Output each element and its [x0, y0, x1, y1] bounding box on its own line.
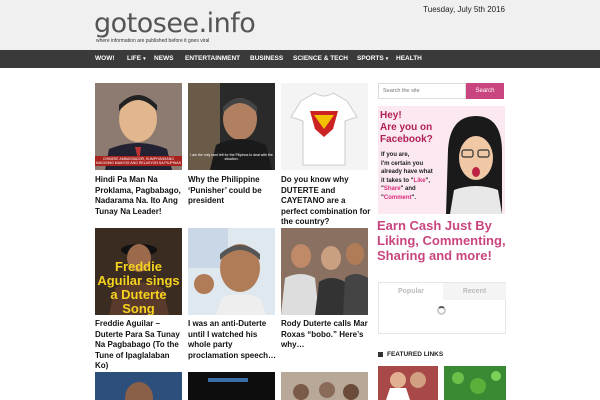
article-thumbnail[interactable]: CHINESE AMBASSADOR, KUMPIYANSANG MAGIGIN…: [95, 83, 182, 170]
person-photo-icon: [188, 228, 275, 315]
nav-item-health[interactable]: HEALTH: [396, 50, 422, 68]
group-photo-icon: [281, 372, 368, 400]
nav-item-life[interactable]: LIFE ▾: [127, 50, 146, 68]
article-thumbnail[interactable]: [281, 83, 368, 170]
featured-link-thumbnail[interactable]: [444, 366, 506, 400]
green-cells-icon: [444, 366, 506, 400]
woman-photo-icon: [446, 116, 502, 214]
article-title[interactable]: I was an anti-Duterte until I watched hi…: [188, 319, 278, 361]
chevron-down-icon: ▾: [143, 56, 146, 62]
search-button[interactable]: Search: [466, 83, 504, 99]
featured-link-thumbnail[interactable]: [378, 366, 438, 400]
tab-popular[interactable]: Popular: [379, 283, 443, 300]
article-thumbnail[interactable]: Freddie Aguilar sings a Duterte Song: [95, 228, 182, 315]
current-date: Tuesday, July 5th 2016: [423, 5, 505, 14]
ad-headline: Hey! Are you on Facebook?: [380, 110, 433, 145]
featured-links-heading: FEATURED LINKS: [378, 351, 443, 358]
article-title[interactable]: Do you know why DUTERTE and CAYETANO are…: [281, 175, 371, 228]
article-title[interactable]: Freddie Aguilar – Duterte Para Sa Tunay …: [95, 319, 185, 372]
earn-cash-text[interactable]: Earn Cash Just By Liking, Commenting, Sh…: [377, 218, 512, 263]
article-title[interactable]: Rody Duterte calls Mar Roxas “bobo.” Her…: [281, 319, 371, 351]
nav-item-entertainment[interactable]: ENTERTAINMENT: [185, 50, 240, 68]
site-logo[interactable]: gotosee.info: [94, 10, 256, 38]
thumbnail-caption: Freddie Aguilar sings a Duterte Song: [97, 259, 180, 316]
article-thumbnail[interactable]: [188, 372, 275, 400]
article-title[interactable]: Why the Philippine ‘Punisher’ could be p…: [188, 175, 278, 207]
sidebar-search: Search: [378, 83, 505, 99]
article-thumbnail[interactable]: [188, 228, 275, 315]
loading-spinner-icon: [437, 306, 446, 315]
ad-body-text: If you are, I'm certain you already have…: [381, 152, 433, 201]
search-input[interactable]: [378, 83, 466, 99]
article-thumbnail[interactable]: [281, 372, 368, 400]
couple-photo-icon: [378, 366, 438, 400]
person-photo-icon: [95, 372, 182, 400]
square-bullet-icon: [378, 351, 383, 357]
thumbnail-caption: I am the only card left for the Filipino…: [190, 153, 273, 161]
article-thumbnail[interactable]: [95, 372, 182, 400]
article-thumbnail[interactable]: I am the only card left for the Filipino…: [188, 83, 275, 170]
nav-item-news[interactable]: NEWS: [154, 50, 174, 68]
article-title[interactable]: Hindi Pa Man Na Proklama, Pagbabago, Nad…: [95, 175, 185, 217]
article-thumbnail[interactable]: [281, 228, 368, 315]
main-nav: WOW! LIFE ▾ NEWS ENTERTAINMENT BUSINESS S…: [0, 50, 600, 68]
tshirt-photo-icon: [281, 83, 368, 170]
site-header: gotosee.info where information are publi…: [0, 0, 600, 50]
tab-recent[interactable]: Recent: [443, 283, 506, 300]
chevron-down-icon: ▾: [385, 56, 389, 62]
nav-item-sports[interactable]: SPORTS ▾: [357, 50, 388, 68]
facebook-ad-banner[interactable]: Hey! Are you on Facebook? If you are, I'…: [378, 106, 505, 214]
nav-item-science-tech[interactable]: SCIENCE & TECH: [293, 50, 348, 68]
site-tagline: where information are published before i…: [96, 38, 210, 44]
nav-item-wow[interactable]: WOW!: [95, 50, 115, 68]
thumbnail-caption: CHINESE AMBASSADOR, KUMPIYANSANG MAGIGIN…: [95, 156, 182, 166]
video-photo-icon: [188, 372, 275, 400]
nav-item-business[interactable]: BUSINESS: [250, 50, 283, 68]
group-photo-icon: [281, 228, 368, 315]
